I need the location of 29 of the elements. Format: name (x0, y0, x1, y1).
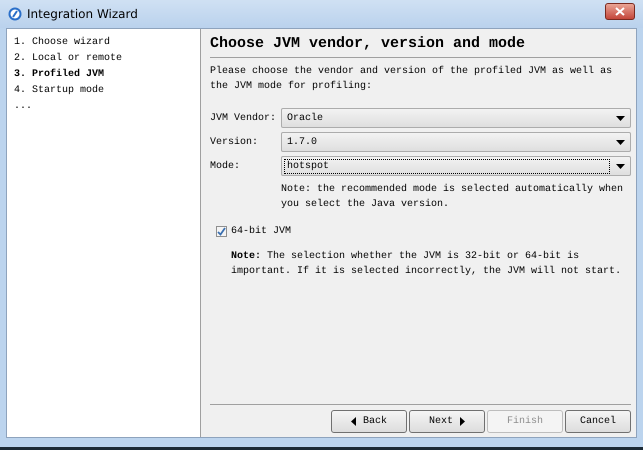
mode-note: Note: the recommended mode is selected automatically when you select the Java version. (281, 182, 624, 212)
page-heading: Choose JVM vendor, version and mode (210, 33, 631, 58)
dropdown[interactable]: hotspot (281, 156, 631, 176)
dropdown-arrow-icon (616, 140, 625, 144)
step-item: 3. Profiled JVM (14, 68, 106, 82)
right-triangle-icon (460, 417, 465, 426)
dropdown-arrow-icon (616, 116, 625, 120)
field-label: JVM Vendor: (210, 112, 278, 124)
app-icon (8, 7, 22, 21)
step-item: 1. Choose wizard (14, 36, 112, 50)
dropdown-arrow-icon (616, 164, 625, 168)
description-text: Please choose the vendor and version of the profiled JVM as well as the JVM mode for profiling: (210, 64, 614, 94)
field-label: Version: (210, 136, 260, 148)
checkmark-icon (217, 227, 226, 236)
window-title: Integration Wizard (27, 7, 139, 21)
dropdown[interactable]: 1.7.0 (281, 132, 631, 152)
dropdown[interactable]: Oracle (281, 108, 631, 128)
left-triangle-icon (350, 417, 356, 426)
step-item: ... (14, 100, 34, 114)
step-item: 2. Local or remote (14, 52, 124, 66)
step-item: 4. Startup mode (14, 84, 106, 98)
close-icon (615, 6, 625, 16)
next-button[interactable]: Next (409, 410, 485, 433)
bit-note: Note: The selection whether the JVM is 32-bit or 64-bit is important. If it is selected incorrectly, the JVM will not start. (231, 250, 622, 279)
close-button[interactable] (605, 2, 635, 20)
bit-checkbox[interactable]: 64-bit JVM (210, 226, 292, 237)
back-button[interactable]: Back (331, 410, 407, 433)
field-label: Mode: (210, 160, 242, 172)
dialog-button[interactable]: Cancel (565, 410, 631, 433)
